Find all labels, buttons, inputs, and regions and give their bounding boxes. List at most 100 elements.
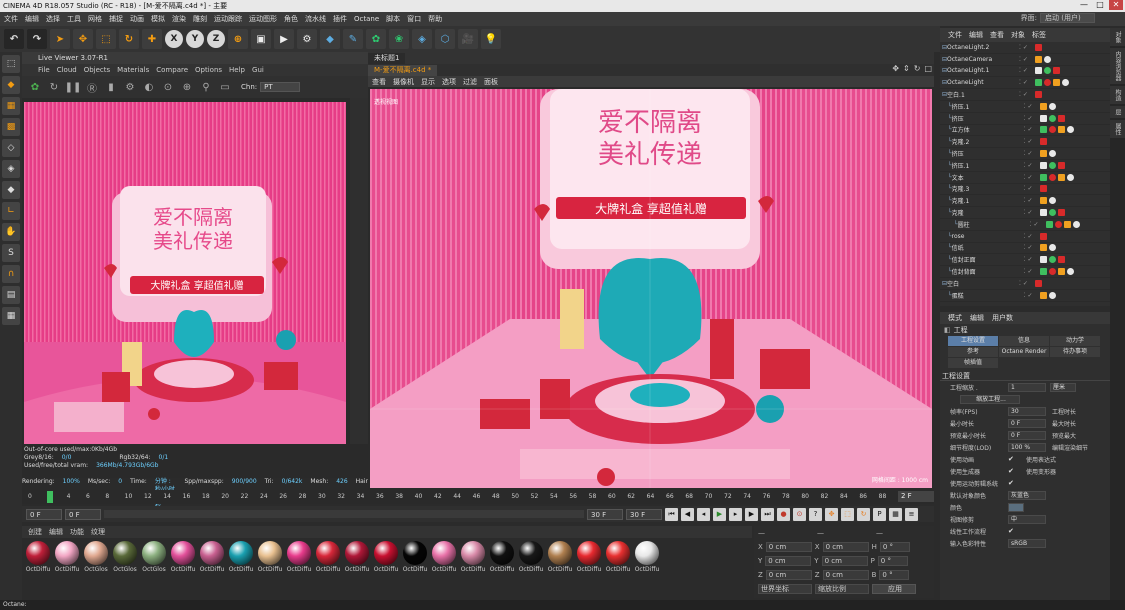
scale-tool-icon[interactable]: ⬚ [96,29,116,49]
goto-end-icon[interactable]: ⏭ [761,507,774,521]
material-item[interactable]: OctDiffu [488,538,516,578]
use-motion-checkbox[interactable]: ✔ [1008,479,1020,487]
coord-x-pos[interactable]: 0 cm [765,542,812,552]
project-scale-unit[interactable]: 厘米 [1050,382,1076,392]
autokey-icon[interactable]: ⊙ [793,507,806,521]
prev-frame-icon[interactable]: ◂ [697,507,710,521]
material-item[interactable]: OctDiffu [633,538,661,578]
texture-mode-icon[interactable]: ▦ [2,97,20,115]
points-mode-icon[interactable]: ◇ [2,139,20,157]
channel-dropdown[interactable]: PT [260,82,301,92]
tag-icon[interactable] [1039,138,1047,146]
menu-render[interactable]: 渲染 [172,14,186,24]
keyframe-icon[interactable]: ? [809,507,822,521]
tag-icon[interactable] [1057,268,1065,276]
object-row[interactable]: └ 挤压.1 ⁚ ✓ [940,101,1110,113]
lv-menu-cloud[interactable]: Cloud [57,66,77,74]
object-name[interactable]: 空白 [947,279,1019,288]
visibility-toggle[interactable]: ⁚ ✓ [1019,56,1035,63]
use-generator-checkbox[interactable]: ✔ [1008,467,1020,475]
tag-icon[interactable] [1048,197,1056,205]
lv-menu-materials[interactable]: Materials [117,66,149,74]
object-row[interactable]: ⊟ OctaneLight.2 ⁚ ✓ [940,42,1110,54]
object-row[interactable]: └ 立方体 ⁚ ✓ [940,125,1110,137]
object-row[interactable]: └ 克隆.1 ⁚ ✓ [940,195,1110,208]
minimize-button[interactable]: — [1077,0,1091,10]
object-row[interactable]: └ 文本 ⁚ ✓ [940,172,1110,184]
material-item[interactable]: OctDiffu [517,538,545,578]
coord-y-pos[interactable]: 0 cm [765,556,812,566]
object-row[interactable]: ⊟ 空白 ⁚ ✓ [940,278,1110,290]
menu-window[interactable]: 窗口 [407,14,421,24]
record-icon[interactable]: ● [777,507,790,521]
render-to-picture-viewer-icon[interactable]: ▶ [274,29,294,49]
lod-field[interactable]: 100 % [1008,442,1046,452]
tag-icon[interactable] [1048,268,1056,276]
undo-icon[interactable]: ↶ [4,29,24,49]
material-item[interactable]: OctGlos [111,538,139,578]
vp-menu-camera[interactable]: 摄像机 [393,77,414,87]
object-name[interactable]: 圆柱 [958,220,1030,229]
visibility-toggle[interactable]: ⁚ ✓ [1024,174,1040,181]
object-row[interactable]: └ 挤压.1 ⁚ ✓ [940,160,1110,172]
vp-menu-options[interactable]: 选项 [442,77,456,87]
menu-select[interactable]: 选择 [46,14,60,24]
menu-motion-tracking[interactable]: 运动跟踪 [214,14,242,24]
object-name[interactable]: 克隆 [952,208,1024,217]
coord-p-rot[interactable]: 0 ° [877,556,908,566]
apply-button[interactable]: 应用 [872,584,916,594]
visibility-toggle[interactable]: ⁚ ✓ [1024,268,1040,275]
tab-untitled[interactable]: 未标题1 [368,53,406,64]
mat-menu-edit[interactable]: 编辑 [49,527,63,537]
start-frame-field[interactable]: 0 F [26,508,62,520]
material-item[interactable]: OctDiffu [256,538,284,578]
param-key-icon[interactable]: P [873,507,886,521]
visibility-toggle[interactable]: ⁚ ✓ [1024,103,1040,110]
focus-icon[interactable]: ⊕ [180,80,194,94]
om-menu-view[interactable]: 查看 [990,30,1004,40]
menu-help[interactable]: 帮助 [428,14,442,24]
grid-icon[interactable]: ▦ [2,307,20,325]
object-name[interactable]: rose [952,233,1024,240]
visibility-toggle[interactable]: ⁚ ✓ [1024,126,1040,133]
menu-mograph[interactable]: 运动图形 [249,14,277,24]
polygons-mode-icon[interactable]: ◆ [2,181,20,199]
snap-icon[interactable]: S [2,244,20,262]
am-menu-edit[interactable]: 编辑 [970,313,984,323]
visibility-toggle[interactable]: ⁚ ✓ [1030,221,1046,228]
tag-icon[interactable] [1039,102,1047,110]
object-row[interactable]: └ 信封背面 ⁚ ✓ [940,266,1110,278]
workplane-lock-icon[interactable]: ▤ [2,286,20,304]
tag-icon[interactable] [1048,291,1056,299]
visibility-toggle[interactable]: ⁚ ✓ [1019,280,1035,287]
side-tab-structure[interactable]: 构造 [1110,86,1125,104]
menu-animate[interactable]: 动画 [130,14,144,24]
object-row[interactable]: └ 信封正面 ⁚ ✓ [940,254,1110,267]
tag-icon[interactable] [1054,220,1062,228]
preview-start-field[interactable]: 0 F [65,508,101,520]
material-item[interactable]: OctDiffu [372,538,400,578]
grid-key-icon[interactable]: ▦ [889,507,902,521]
menu-octane[interactable]: Octane [354,15,379,23]
object-name[interactable]: 信封正面 [952,255,1024,264]
redo-icon[interactable]: ↷ [27,29,47,49]
object-name[interactable]: 空白.1 [947,90,1019,99]
render-region-icon[interactable]: Ⓡ [85,80,99,95]
live-render-image[interactable]: 爱不隔离 美礼传递 大牌礼盒 享超值礼赠 [24,102,346,444]
tag-icon[interactable] [1035,55,1043,63]
lv-menu-gui[interactable]: Gui [252,66,264,74]
tab-dynamics[interactable]: 动力学 [1050,336,1100,346]
material-item[interactable]: OctGlos [140,538,168,578]
move-tool-icon[interactable]: ✥ [73,29,93,49]
visibility-toggle[interactable]: ⁚ ✓ [1024,162,1040,169]
object-name[interactable]: 克隆.2 [952,137,1024,146]
deformer-icon[interactable]: ◈ [412,29,432,49]
object-row[interactable]: └ 挤压 ⁚ ✓ [940,113,1110,125]
coord-z-pos[interactable]: 0 cm [765,570,812,580]
visibility-toggle[interactable]: ⁚ ✓ [1024,185,1040,192]
tag-icon[interactable] [1035,79,1043,87]
visibility-toggle[interactable]: ⁚ ✓ [1019,91,1035,98]
tab-document[interactable]: M-爱不隔离.c4d * [368,65,438,76]
side-tab-objects[interactable]: 对象 [1110,28,1125,46]
tag-icon[interactable] [1057,161,1065,169]
